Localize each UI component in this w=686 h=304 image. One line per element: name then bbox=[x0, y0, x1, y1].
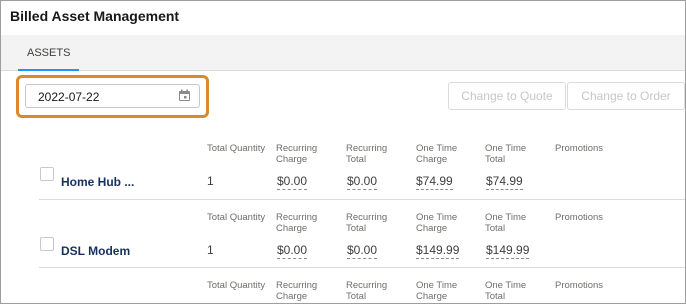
asset-name-link[interactable]: Home Hub ... bbox=[61, 175, 134, 189]
col-header-one-time-charge: One Time Charge bbox=[416, 212, 458, 234]
one-time-charge-value: $149.99 bbox=[416, 243, 460, 259]
billed-asset-management-panel: Billed Asset Management ASSETS 2022-07-2… bbox=[0, 0, 686, 304]
recurring-charge-value: $0.00 bbox=[277, 174, 308, 190]
col-header-promotions: Promotions bbox=[555, 143, 604, 154]
date-filter-value: 2022-07-22 bbox=[38, 90, 100, 104]
tab-bar: ASSETS bbox=[1, 35, 685, 71]
row-divider bbox=[39, 199, 685, 200]
col-header-recurring-charge: Recurring Charge bbox=[276, 280, 318, 302]
col-header-recurring-charge: Recurring Charge bbox=[276, 212, 318, 234]
col-header-one-time-charge: One Time Charge bbox=[416, 143, 458, 165]
col-header-one-time-total: One Time Total bbox=[485, 280, 527, 302]
col-header-recurring-charge: Recurring Charge bbox=[276, 143, 318, 165]
one-time-total-value: $74.99 bbox=[486, 174, 523, 190]
col-header-one-time-total: One Time Total bbox=[485, 143, 527, 165]
row-checkbox[interactable] bbox=[40, 237, 54, 251]
one-time-total-value: $149.99 bbox=[486, 243, 530, 259]
col-header-promotions: Promotions bbox=[555, 212, 604, 223]
change-to-quote-button[interactable]: Change to Quote bbox=[448, 82, 566, 110]
date-filter-input[interactable]: 2022-07-22 bbox=[25, 84, 200, 108]
col-header-one-time-total: One Time Total bbox=[485, 212, 527, 234]
col-header-total-quantity: Total Quantity bbox=[207, 280, 266, 291]
recurring-total-value: $0.00 bbox=[347, 243, 378, 259]
change-to-order-button[interactable]: Change to Order bbox=[567, 82, 685, 110]
asset-row: Total Quantity Recurring Charge Recurrin… bbox=[1, 267, 685, 303]
col-header-recurring-total: Recurring Total bbox=[346, 143, 388, 165]
calendar-icon[interactable] bbox=[178, 89, 191, 102]
col-header-recurring-total: Recurring Total bbox=[346, 212, 388, 234]
recurring-charge-value: $0.00 bbox=[277, 243, 308, 259]
col-header-one-time-charge: One Time Charge bbox=[416, 280, 458, 302]
col-header-total-quantity: Total Quantity bbox=[207, 212, 266, 223]
asset-row: DSL Modem Total Quantity Recurring Charg… bbox=[1, 199, 685, 269]
total-quantity-value: 1 bbox=[207, 243, 214, 257]
one-time-charge-value: $74.99 bbox=[416, 174, 453, 190]
asset-row: Home Hub ... Total Quantity Recurring Ch… bbox=[1, 140, 685, 200]
asset-name-link[interactable]: DSL Modem bbox=[61, 244, 130, 258]
col-header-promotions: Promotions bbox=[555, 280, 604, 291]
row-checkbox[interactable] bbox=[40, 167, 54, 181]
col-header-total-quantity: Total Quantity bbox=[207, 143, 266, 154]
col-header-recurring-total: Recurring Total bbox=[346, 280, 388, 302]
panel-header: Billed Asset Management bbox=[1, 1, 685, 35]
row-divider bbox=[39, 267, 685, 268]
tab-assets[interactable]: ASSETS bbox=[18, 35, 80, 71]
recurring-total-value: $0.00 bbox=[347, 174, 378, 190]
total-quantity-value: 1 bbox=[207, 174, 214, 188]
panel-title: Billed Asset Management bbox=[10, 8, 180, 24]
